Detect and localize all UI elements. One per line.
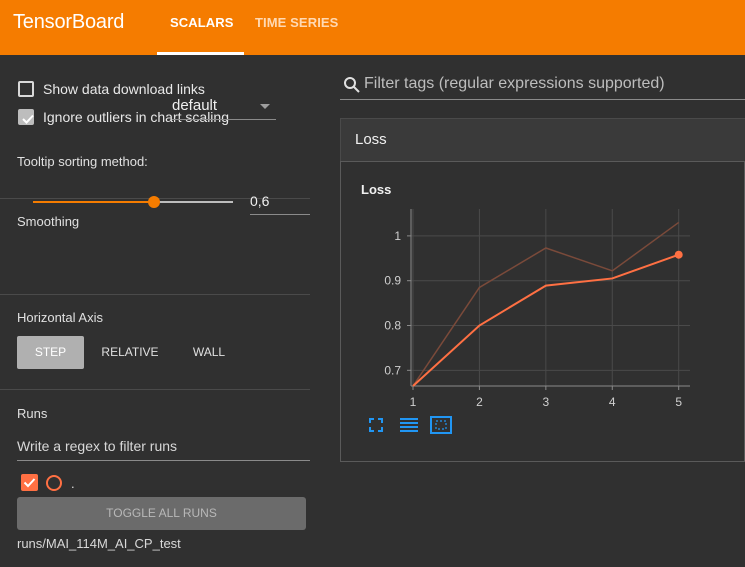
axis-wall-button[interactable]: WALL (180, 336, 238, 369)
toggle-log-scale-icon[interactable] (399, 417, 419, 433)
x-tick-label: 1 (410, 395, 417, 409)
runs-filter-underline (17, 460, 310, 461)
x-tick-label: 2 (476, 395, 483, 409)
app-header: TensorBoard SCALARS TIME SERIES (0, 0, 745, 55)
series-last-point (674, 250, 683, 259)
y-tick-label: 0.8 (384, 319, 401, 333)
horizontal-axis-label: Horizontal Axis (17, 310, 103, 325)
x-tick-label: 5 (675, 395, 682, 409)
ignore-outliers-checkbox[interactable] (18, 109, 34, 125)
axis-relative-button[interactable]: RELATIVE (93, 336, 167, 369)
select-underline (172, 119, 276, 120)
smoothing-input-underline (250, 214, 310, 215)
filter-tags-input[interactable]: Filter tags (regular expressions support… (364, 75, 665, 93)
show-download-links-checkbox[interactable] (18, 81, 34, 97)
check-icon (23, 478, 36, 488)
smoothing-slider-fill (33, 201, 154, 203)
tab-time-series[interactable]: TIME SERIES (255, 15, 338, 30)
chevron-down-icon (260, 104, 270, 109)
smoothing-label: Smoothing (17, 214, 80, 229)
divider (0, 294, 310, 295)
tooltip-sorting-select[interactable]: default (172, 97, 217, 114)
show-download-links-label: Show data download links (43, 81, 205, 97)
y-tick-label: 0.9 (384, 274, 401, 288)
run-color-circle[interactable] (46, 475, 62, 491)
filter-underline (340, 99, 745, 100)
app-title: TensorBoard (13, 11, 125, 33)
smoothing-input[interactable]: 0,6 (250, 193, 269, 209)
toggle-all-runs-button[interactable]: TOGGLE ALL RUNS (17, 497, 306, 530)
fullscreen-icon[interactable] (368, 417, 384, 433)
tooltip-sorting-label: Tooltip sorting method: (17, 154, 148, 169)
smoothing-slider-thumb[interactable] (148, 196, 160, 208)
axis-step-button[interactable]: STEP (17, 336, 84, 369)
x-tick-label: 3 (543, 395, 550, 409)
search-icon (344, 77, 360, 93)
chart-title: Loss (361, 182, 392, 197)
check-icon (22, 114, 34, 124)
run-checkbox[interactable] (21, 474, 38, 491)
run-path: runs/MAI_114M_AI_CP_test (17, 536, 181, 551)
fit-domain-icon[interactable] (430, 416, 452, 434)
runs-label: Runs (17, 406, 48, 421)
run-name: . (71, 476, 75, 491)
runs-filter-input[interactable]: Write a regex to filter runs (17, 438, 177, 454)
divider (0, 389, 310, 390)
x-tick-label: 4 (609, 395, 616, 409)
loss-chart[interactable]: 0.7 0.8 0.9 1 1 2 3 4 5 (355, 205, 700, 410)
tag-group-header[interactable] (340, 118, 745, 161)
y-tick-label: 0.7 (384, 363, 401, 377)
smoothing-slider-track[interactable] (154, 201, 233, 203)
tab-scalars[interactable]: SCALARS (170, 15, 234, 30)
y-tick-label: 1 (394, 229, 401, 243)
tag-group-title: Loss (355, 131, 387, 148)
